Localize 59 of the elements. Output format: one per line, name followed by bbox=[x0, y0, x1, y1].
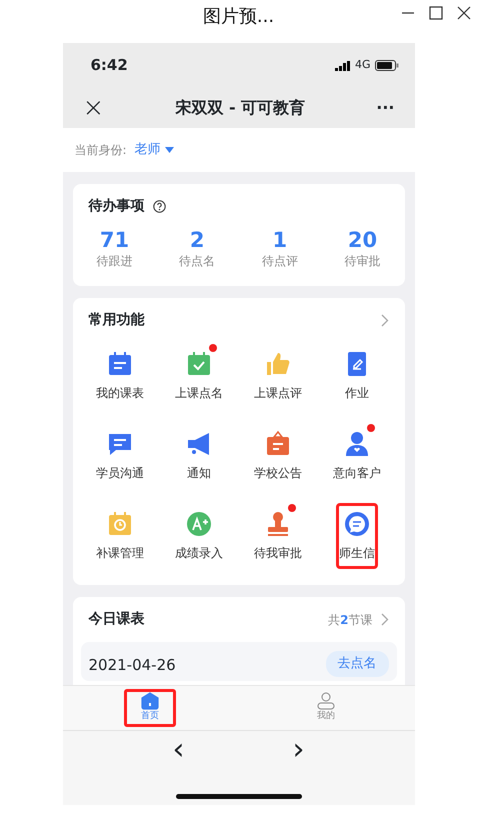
feature-tile[interactable]: 我的课表 bbox=[93, 343, 147, 410]
grade-icon bbox=[185, 510, 213, 538]
stat-value[interactable]: 71 bbox=[100, 229, 130, 252]
section-title: 常用功能 bbox=[88, 311, 144, 330]
feature-tile[interactable]: 意向客户 bbox=[330, 423, 384, 490]
feature-tile[interactable]: 作业 bbox=[340, 343, 374, 410]
feature-label: 我的课表 bbox=[96, 385, 144, 402]
feature-label: 师生信 bbox=[339, 545, 375, 562]
caret-icon bbox=[164, 147, 174, 153]
feature-label: 通知 bbox=[187, 465, 211, 482]
feature-label: 上课点评 bbox=[254, 385, 302, 402]
home-icon bbox=[141, 692, 159, 710]
close-button[interactable]: × bbox=[82, 95, 104, 121]
status-time: 6:42 bbox=[90, 55, 128, 76]
back-button[interactable]: ‹ bbox=[142, 735, 214, 765]
window-title: 图片预... bbox=[202, 8, 274, 26]
stat-value[interactable]: 20 bbox=[348, 229, 378, 252]
feature-tile[interactable]: 待我审批 bbox=[251, 503, 305, 570]
feature-label: 学员沟通 bbox=[96, 465, 144, 482]
tab[interactable]: 首页 bbox=[124, 689, 176, 727]
person-icon bbox=[316, 692, 336, 710]
feature-tile[interactable]: 上课点名 bbox=[172, 343, 226, 410]
page-title: 宋双双 - 可可教育 bbox=[175, 97, 306, 119]
message-icon bbox=[343, 510, 371, 538]
feature-label: 成绩录入 bbox=[175, 545, 223, 562]
battery-icon bbox=[374, 60, 398, 71]
feature-label: 待我审批 bbox=[254, 545, 302, 562]
maximize-icon[interactable] bbox=[429, 6, 443, 20]
signal-icon bbox=[334, 60, 351, 70]
feature-tile[interactable]: 学校公告 bbox=[251, 423, 305, 490]
stat-label: 待跟进 bbox=[96, 253, 132, 270]
feature-label: 补课管理 bbox=[96, 545, 144, 562]
network-label: 4G bbox=[354, 57, 370, 74]
feature-tile[interactable]: 通知 bbox=[182, 423, 216, 490]
feature-label: 上课点名 bbox=[175, 385, 223, 402]
feature-tile[interactable]: 上课点评 bbox=[251, 343, 305, 410]
feature-tile[interactable]: 成绩录入 bbox=[172, 503, 226, 570]
section-title: 待办事项 bbox=[88, 197, 144, 216]
lesson-date: 2021-04-26 bbox=[88, 655, 176, 676]
stat-label: 待审批 bbox=[344, 253, 380, 270]
feature-tile[interactable]: 学员沟通 bbox=[93, 423, 147, 490]
stat-value[interactable]: 2 bbox=[190, 229, 204, 252]
feature-label: 学校公告 bbox=[254, 465, 302, 482]
feature-label: 作业 bbox=[345, 385, 369, 402]
stat-value[interactable]: 1 bbox=[272, 229, 288, 252]
forward-button[interactable]: › bbox=[262, 735, 334, 765]
section-title: 今日课表 bbox=[88, 610, 144, 630]
feature-label: 意向客户 bbox=[333, 465, 381, 482]
lesson-count: 共2节课 bbox=[328, 612, 372, 629]
help-icon[interactable] bbox=[152, 200, 166, 213]
feature-tile[interactable]: 师生信 bbox=[336, 503, 378, 570]
feature-tile[interactable]: 补课管理 bbox=[93, 503, 147, 570]
stat-label: 待点评 bbox=[262, 253, 298, 270]
person-icon bbox=[343, 430, 371, 458]
role-dropdown[interactable]: 老师 bbox=[134, 140, 174, 160]
more-button[interactable]: ··· bbox=[376, 96, 394, 120]
identity-label: 当前身份: bbox=[74, 142, 127, 159]
stat-label: 待点名 bbox=[179, 253, 216, 270]
close-icon[interactable] bbox=[457, 6, 471, 20]
